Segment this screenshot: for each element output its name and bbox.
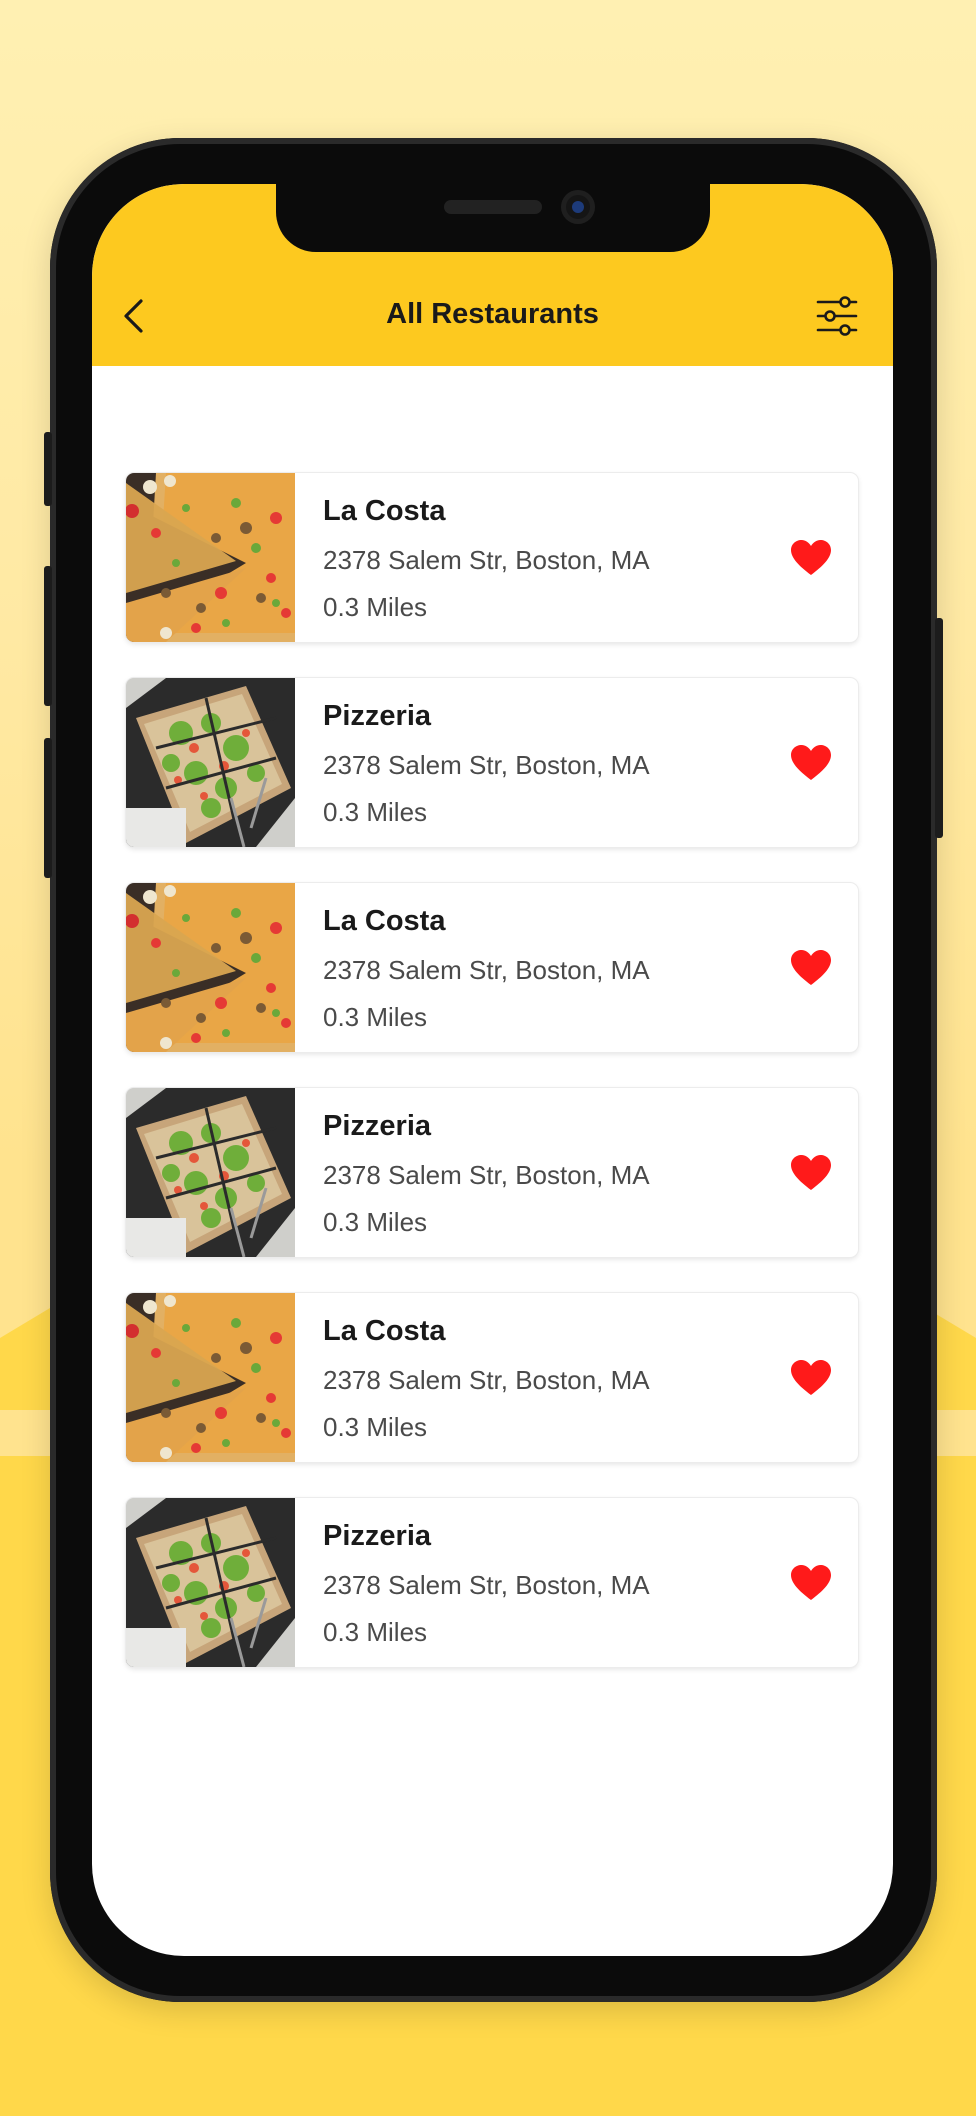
favorite-button[interactable] (790, 744, 832, 782)
heart-icon (791, 950, 831, 985)
restaurant-photo-pizza-greens (126, 678, 295, 847)
favorite-button[interactable] (790, 1359, 832, 1397)
restaurant-name: La Costa (323, 1315, 446, 1347)
volume-down-button (44, 738, 52, 878)
favorite-button[interactable] (790, 1564, 832, 1602)
restaurant-card[interactable]: La Costa 2378 Salem Str, Boston, MA 0.3 … (126, 473, 858, 642)
restaurant-photo-pizza-pepperoni (126, 883, 295, 1052)
restaurant-distance: 0.3 Miles (323, 1207, 428, 1237)
restaurant-card[interactable]: La Costa 2378 Salem Str, Boston, MA 0.3 … (126, 883, 858, 1052)
favorite-button[interactable] (790, 539, 832, 577)
heart-icon (791, 745, 831, 780)
restaurant-photo-pizza-greens (126, 1498, 295, 1667)
restaurant-distance: 0.3 Miles (323, 797, 428, 827)
heart-icon (791, 1360, 831, 1395)
restaurant-photo-pizza-pepperoni (126, 1293, 295, 1462)
restaurant-address: 2378 Salem Str, Boston, MA (323, 1365, 650, 1395)
restaurant-name: Pizzeria (323, 700, 431, 732)
restaurant-name: Pizzeria (323, 1110, 431, 1142)
restaurant-name: Pizzeria (323, 1520, 431, 1552)
restaurant-photo-pizza-greens (126, 1088, 295, 1257)
restaurant-distance: 0.3 Miles (323, 592, 428, 622)
restaurant-address: 2378 Salem Str, Boston, MA (323, 1570, 650, 1600)
restaurant-name: La Costa (323, 495, 446, 527)
heart-icon (791, 1155, 831, 1190)
page-title: All Restaurants (386, 298, 599, 330)
restaurant-distance: 0.3 Miles (323, 1617, 428, 1647)
restaurant-distance: 0.3 Miles (323, 1412, 428, 1442)
restaurant-card[interactable]: Pizzeria 2378 Salem Str, Boston, MA 0.3 … (126, 1498, 858, 1667)
restaurant-address: 2378 Salem Str, Boston, MA (323, 545, 650, 575)
filter-button[interactable] (815, 294, 859, 338)
favorite-button[interactable] (790, 949, 832, 987)
mute-switch (44, 432, 52, 506)
favorite-button[interactable] (790, 1154, 832, 1192)
volume-up-button (44, 566, 52, 706)
power-button (935, 618, 943, 838)
restaurant-address: 2378 Salem Str, Boston, MA (323, 750, 650, 780)
restaurant-card[interactable]: La Costa 2378 Salem Str, Boston, MA 0.3 … (126, 1293, 858, 1462)
restaurant-photo-pizza-pepperoni (126, 473, 295, 642)
restaurant-address: 2378 Salem Str, Boston, MA (323, 1160, 650, 1190)
earpiece-speaker (444, 200, 542, 214)
restaurant-card[interactable]: Pizzeria 2378 Salem Str, Boston, MA 0.3 … (126, 1088, 858, 1257)
sliders-icon (816, 296, 858, 336)
front-camera (561, 190, 595, 224)
restaurant-name: La Costa (323, 905, 446, 937)
restaurant-address: 2378 Salem Str, Boston, MA (323, 955, 650, 985)
restaurant-card[interactable]: Pizzeria 2378 Salem Str, Boston, MA 0.3 … (126, 678, 858, 847)
phone-notch (276, 184, 710, 252)
heart-icon (791, 1565, 831, 1600)
phone-screen: All Restaurants La Costa 2378 Salem Str,… (92, 184, 893, 1956)
heart-icon (791, 540, 831, 575)
restaurant-list: La Costa 2378 Salem Str, Boston, MA 0.3 … (126, 473, 858, 1703)
restaurant-distance: 0.3 Miles (323, 1002, 428, 1032)
